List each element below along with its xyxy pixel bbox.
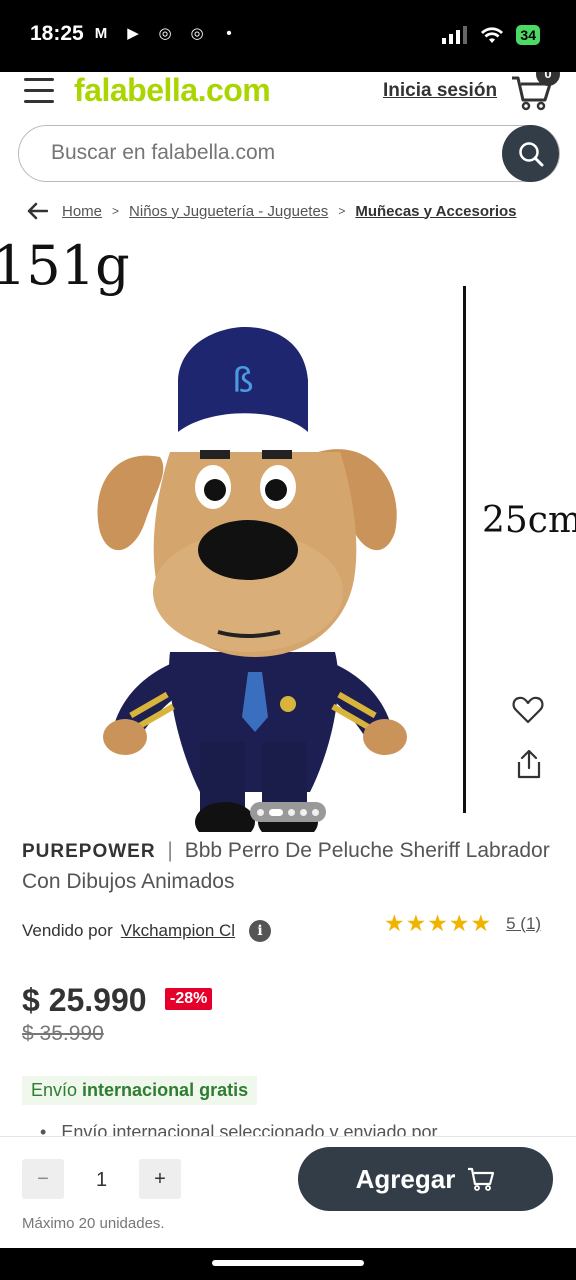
- status-time: 18:25: [30, 22, 84, 45]
- breadcrumb-separator-icon: >: [338, 204, 346, 218]
- carousel-dot[interactable]: [312, 808, 319, 816]
- product-title: PUREPOWER | Bbb Perro De Peluche Sheriff…: [22, 836, 552, 897]
- notification-dot: •: [226, 24, 232, 42]
- status-bar: 18:25 M ▶ ◎ ◎ • 34: [0, 0, 576, 72]
- carousel-dot[interactable]: [300, 808, 307, 816]
- product-brand[interactable]: PUREPOWER: [22, 841, 156, 862]
- shipping-badge: Envío internacional gratis: [22, 1076, 258, 1105]
- info-icon[interactable]: i: [249, 920, 272, 942]
- original-price: $ 35.990: [22, 1022, 104, 1045]
- breadcrumb: Home > Niños y Juguetería - Juguetes > M…: [26, 202, 517, 220]
- login-link[interactable]: Inicia sesión: [383, 80, 497, 102]
- add-to-cart-button[interactable]: Agregar: [298, 1147, 553, 1211]
- breadcrumb-separator-icon: >: [112, 204, 120, 218]
- wifi-icon: [481, 27, 504, 43]
- search-icon: [518, 141, 543, 166]
- carousel-dot[interactable]: [288, 808, 295, 816]
- status-indicators: 34: [442, 25, 540, 45]
- cart-icon: [468, 1167, 495, 1191]
- search-input[interactable]: [51, 141, 491, 165]
- youtube-icon: ▶: [127, 25, 139, 42]
- seller-label: Vendido por: [22, 921, 113, 940]
- seller-link[interactable]: Vkchampion Cl: [121, 921, 235, 941]
- seller-info: Vendido por Vkchampion Cl i: [22, 920, 272, 942]
- product-page: falabella.com Inicia sesión 0 Home > Niñ…: [0, 72, 576, 1248]
- search-button[interactable]: [502, 125, 559, 182]
- max-quantity-note: Máximo 20 unidades.: [22, 1215, 165, 1232]
- status-app-icons: M ▶ ◎ ◎ •: [90, 24, 240, 43]
- breadcrumb-home[interactable]: Home: [62, 203, 102, 220]
- svg-text:ß: ß: [232, 361, 253, 401]
- breadcrumb-subcategory[interactable]: Muñecas y Accesorios: [355, 203, 516, 220]
- discount-badge: -28%: [165, 988, 213, 1010]
- carousel-dot-active[interactable]: [269, 808, 283, 816]
- signal-icon: [442, 26, 468, 44]
- carousel-pagination[interactable]: [250, 802, 326, 822]
- rating-text[interactable]: 5 (1): [506, 914, 541, 934]
- breadcrumb-category[interactable]: Niños y Juguetería - Juguetes: [129, 203, 328, 220]
- heart-icon[interactable]: [512, 694, 544, 726]
- quantity-decrease-button[interactable]: −: [22, 1159, 64, 1199]
- quantity-increase-button[interactable]: +: [139, 1159, 181, 1199]
- dimension-line: [463, 286, 466, 813]
- carousel-dot[interactable]: [257, 808, 264, 816]
- product-rating[interactable]: ★★★★★ 5 (1): [384, 910, 541, 937]
- site-header: falabella.com Inicia sesión 0: [0, 72, 576, 116]
- share-icon[interactable]: [514, 748, 544, 780]
- gmail-icon: M: [94, 24, 108, 42]
- image-size-label: 25cm: [482, 500, 576, 541]
- purchase-bar: − 1 + Máximo 20 unidades. Agregar: [0, 1136, 576, 1248]
- home-indicator[interactable]: [212, 1260, 364, 1266]
- current-price: $ 25.990: [22, 982, 147, 1018]
- search-bar: [18, 125, 560, 182]
- product-image-carousel[interactable]: 151g ß 25cm: [0, 232, 576, 832]
- shipping-prefix: Envío: [31, 1080, 78, 1100]
- title-separator: |: [167, 839, 173, 862]
- rating-stars-icon: ★★★★★: [384, 910, 493, 936]
- battery-indicator: 34: [516, 25, 540, 45]
- shipping-highlight: internacional gratis: [82, 1080, 249, 1100]
- back-arrow-icon[interactable]: [26, 202, 48, 220]
- instagram-icon: ◎: [158, 25, 172, 42]
- instagram-icon-2: ◎: [190, 25, 204, 42]
- hamburger-menu-icon[interactable]: [24, 78, 54, 104]
- add-to-cart-label: Agregar: [355, 1163, 456, 1194]
- falabella-logo[interactable]: falabella.com: [74, 72, 271, 109]
- quantity-value[interactable]: 1: [64, 1169, 139, 1192]
